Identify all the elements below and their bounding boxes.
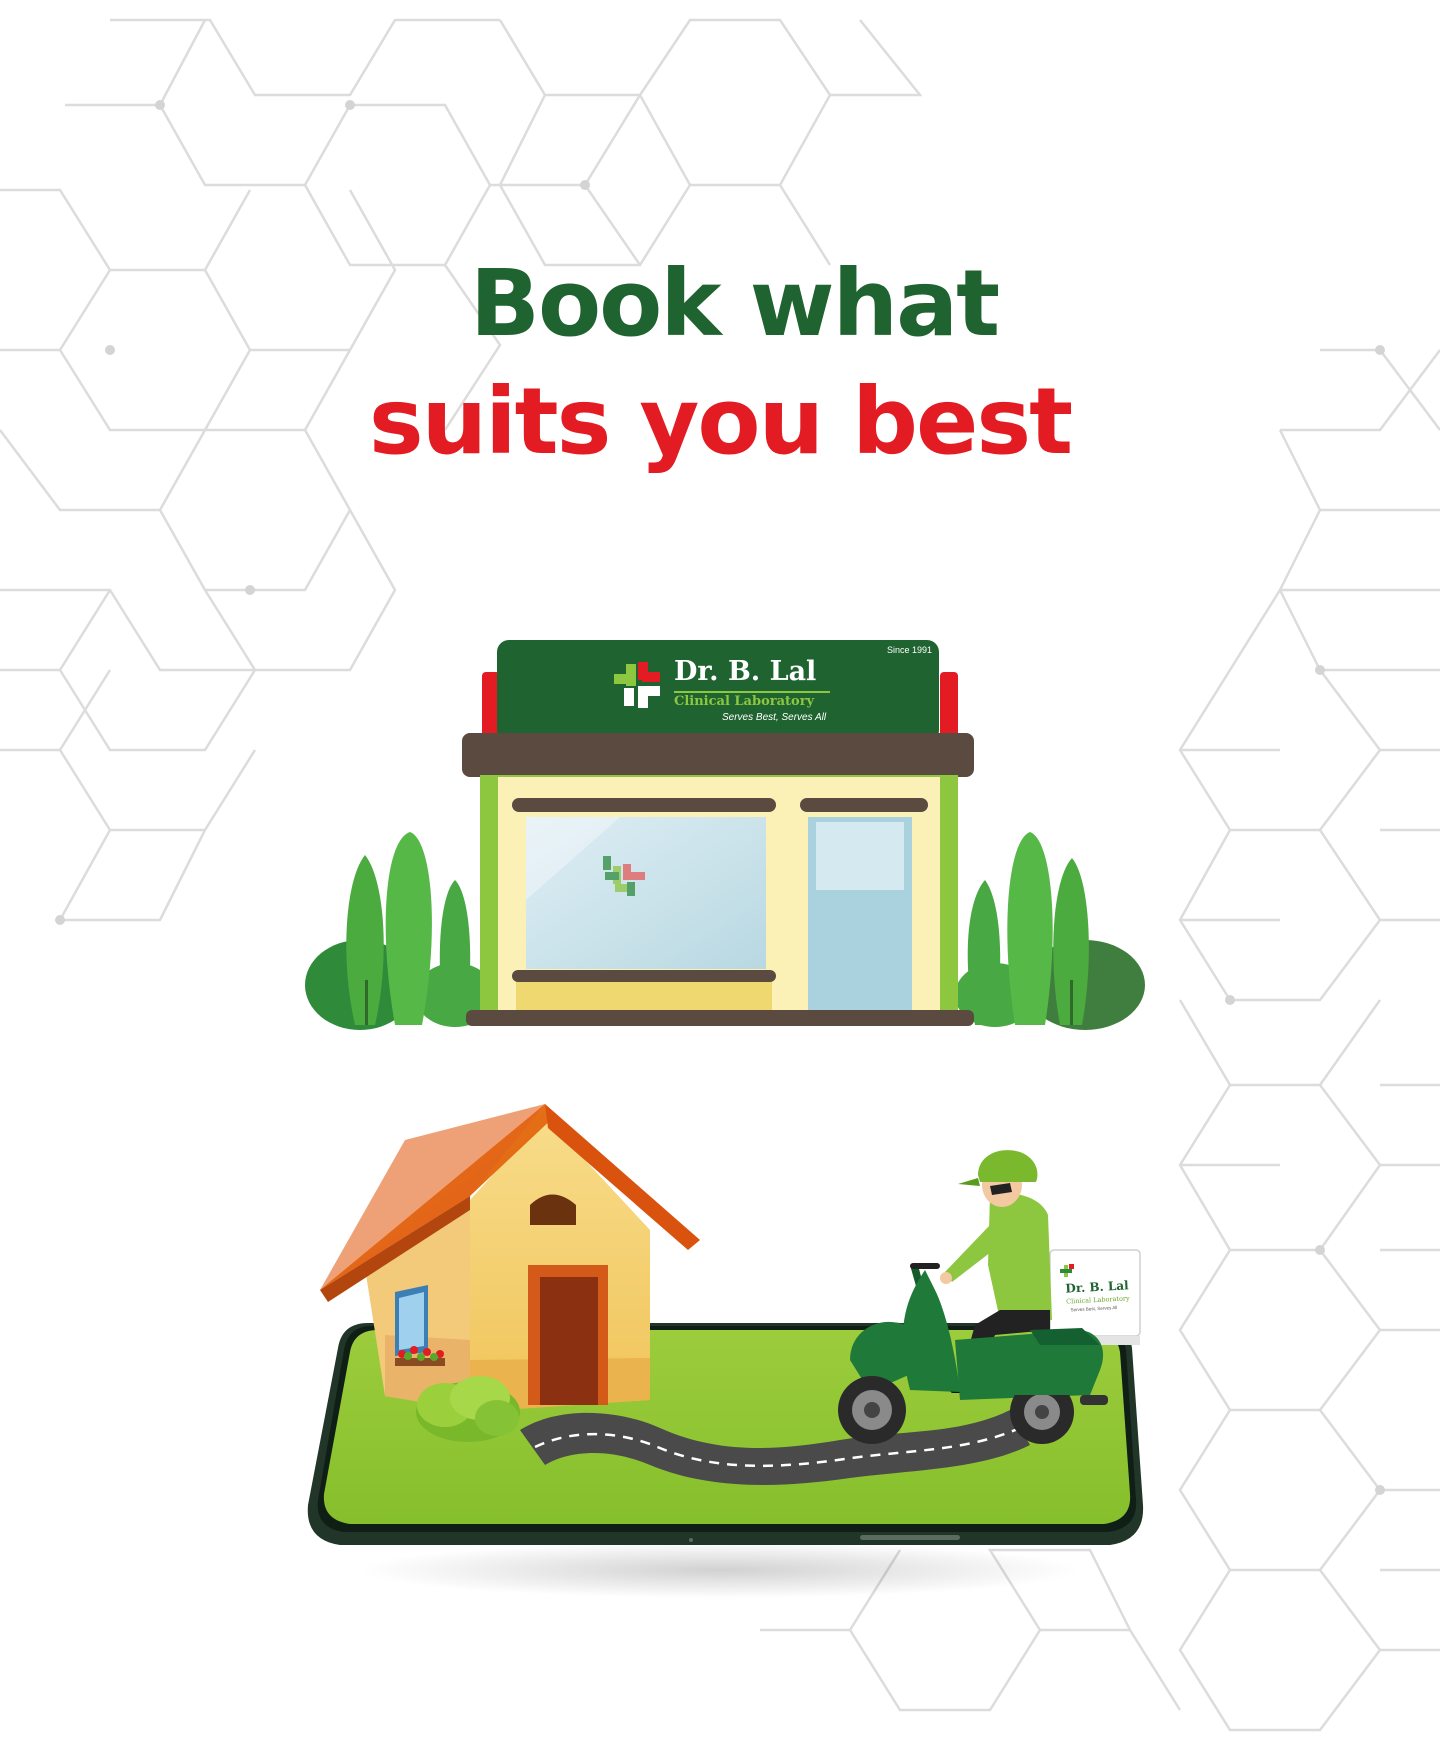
box-name: Dr. B. Lal	[1065, 1278, 1130, 1296]
promo-page: Book what suits you best Since 1991 Dr. …	[0, 0, 1440, 1750]
box-subtitle: Clinical Laboratory	[1065, 1294, 1130, 1306]
lab-sign: Since 1991 Dr. B. Lal Clinical Laborator…	[612, 642, 932, 740]
lab-name: Dr. B. Lal	[674, 656, 817, 687]
lab-divider	[674, 691, 830, 693]
brand-logo-icon	[612, 660, 662, 710]
lab-subtitle: Clinical Laboratory	[674, 694, 815, 709]
lab-tagline: Serves Best, Serves All	[722, 712, 827, 723]
box-tagline: Serves Best, Serves All	[1070, 1304, 1118, 1313]
delivery-box-label: Dr. B. Lal Clinical Laboratory Serves Be…	[1055, 1276, 1139, 1320]
illustrations	[305, 640, 1145, 1598]
lab-since: Since 1991	[886, 645, 932, 655]
